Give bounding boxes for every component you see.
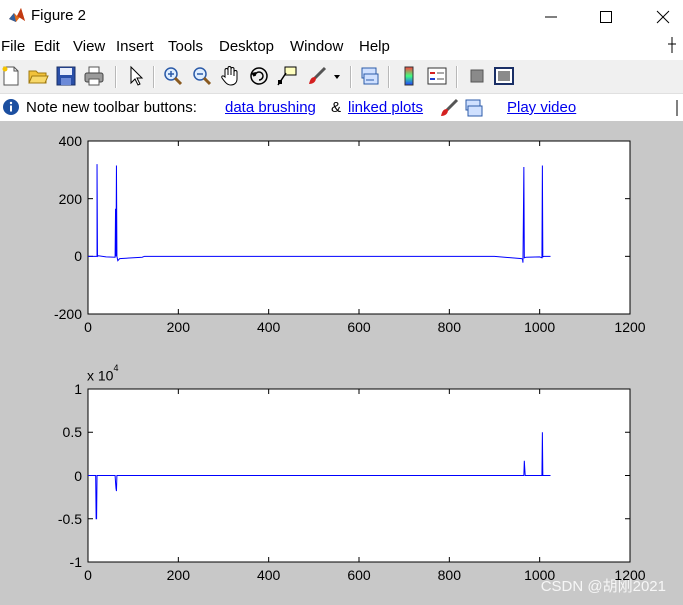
link-plot-icon[interactable] (359, 65, 381, 87)
x-tick-label: 200 (166, 319, 190, 335)
window-titlebar: Figure 2 (0, 0, 683, 33)
data-cursor-icon[interactable] (276, 65, 298, 87)
rotate-3d-icon[interactable] (248, 65, 270, 87)
menu-file[interactable]: File (1, 38, 25, 55)
menu-help[interactable]: Help (359, 38, 390, 55)
notice-ampersand: & (331, 99, 342, 116)
maximize-button[interactable] (586, 4, 626, 30)
open-file-icon[interactable] (27, 65, 49, 87)
legend-icon[interactable] (426, 65, 448, 87)
toolbar-separator (153, 66, 155, 88)
pan-hand-icon[interactable] (219, 65, 241, 87)
x-tick-label: 600 (347, 319, 371, 335)
brush-dropdown-icon[interactable] (330, 65, 344, 87)
y-tick-label: 200 (58, 190, 82, 207)
plot-background (87, 140, 631, 315)
menu-overflow-icon[interactable] (667, 35, 677, 55)
brush-icon[interactable] (306, 65, 328, 87)
close-icon (656, 10, 670, 24)
save-icon[interactable] (55, 65, 77, 87)
info-icon (3, 99, 19, 115)
new-figure-icon[interactable] (0, 65, 22, 87)
menu-view[interactable]: View (73, 38, 105, 55)
y-tick-label: -0.5 (57, 510, 82, 527)
minimize-icon (545, 16, 557, 18)
x-tick-label: 400 (256, 567, 281, 583)
top-axes[interactable] (87, 140, 631, 315)
close-button[interactable] (643, 4, 683, 30)
zoom-out-icon[interactable] (191, 65, 213, 87)
matlab-logo-icon (9, 8, 25, 22)
menu-edit[interactable]: Edit (34, 38, 60, 55)
x-tick-label: 200 (166, 567, 190, 583)
hide-plot-tools-icon[interactable] (466, 65, 488, 87)
menu-desktop[interactable]: Desktop (219, 38, 274, 55)
notice-close-icon[interactable] (673, 100, 681, 116)
bottom-axes[interactable] (87, 388, 631, 563)
menu-insert[interactable]: Insert (116, 38, 154, 55)
figure-toolbar (0, 60, 683, 94)
menu-window[interactable]: Window (290, 38, 343, 55)
x-tick-label: 1200 (614, 319, 646, 335)
window-title: Figure 2 (31, 7, 87, 24)
maximize-icon (600, 11, 612, 23)
toolbar-separator (388, 66, 390, 88)
toolbar-separator (350, 66, 352, 88)
x-tick-label: 1000 (524, 567, 556, 583)
y-exponent-label: x 104 (87, 363, 119, 384)
toolbar-separator (456, 66, 458, 88)
x-tick-label: 600 (347, 567, 371, 583)
y-tick-label: 0.5 (62, 424, 82, 441)
zoom-in-icon[interactable] (162, 65, 184, 87)
x-tick-label: 400 (256, 319, 281, 335)
toolbar-separator (115, 66, 117, 88)
y-tick-label: 0 (74, 248, 82, 265)
linked-plots-link[interactable]: linked plots (348, 99, 423, 116)
top-plot-area (87, 140, 631, 315)
menu-tools[interactable]: Tools (168, 38, 203, 55)
toolbar-notice-bar: Note new toolbar buttons: data brushing … (0, 94, 683, 121)
play-video-link[interactable]: Play video (507, 99, 576, 116)
x-tick-label: 0 (84, 567, 92, 583)
menu-bar: File Edit View Insert Tools Desktop Wind… (0, 33, 683, 60)
colorbar-icon[interactable] (398, 65, 420, 87)
notice-text: Note new toolbar buttons: (26, 99, 197, 116)
x-tick-label: 0 (84, 319, 92, 335)
x-tick-label: 800 (437, 567, 461, 583)
y-tick-label: 0 (74, 467, 82, 484)
link-plot-icon (465, 99, 483, 117)
bottom-plot-area (87, 388, 631, 563)
show-plot-tools-icon[interactable] (493, 65, 515, 87)
minimize-button[interactable] (531, 4, 571, 30)
brush-icon (441, 98, 459, 116)
x-tick-label: 1200 (614, 567, 646, 583)
watermark: CSDN @胡刚2021 (540, 578, 666, 595)
y-tick-label: 1 (74, 381, 82, 397)
data-brushing-link[interactable]: data brushing (225, 99, 316, 116)
x-tick-label: 800 (437, 319, 461, 335)
y-tick-label: 400 (58, 133, 82, 149)
y-tick-label: -200 (53, 306, 82, 322)
x-tick-label: 1000 (524, 319, 556, 335)
edit-plot-arrow-icon[interactable] (125, 65, 147, 87)
y-tick-label: -1 (69, 554, 82, 570)
print-icon[interactable] (83, 65, 105, 87)
